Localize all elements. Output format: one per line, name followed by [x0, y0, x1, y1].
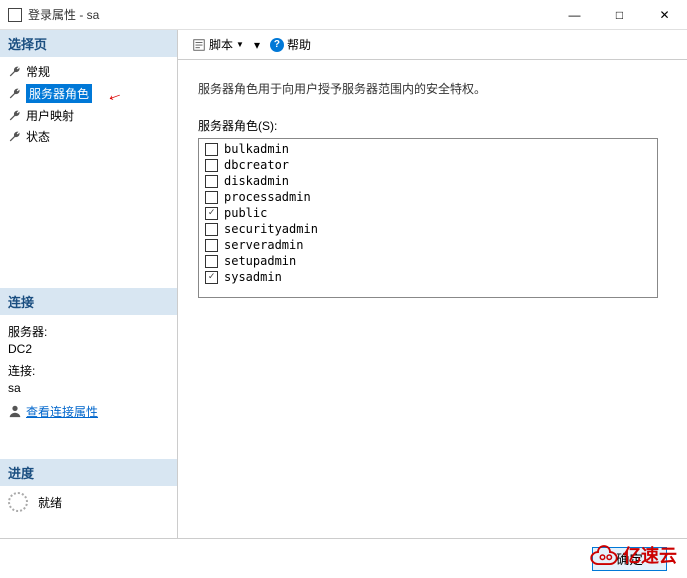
checkbox-icon: [205, 207, 218, 220]
role-checkbox-dbcreator[interactable]: dbcreator: [201, 157, 655, 173]
app-icon: [8, 8, 22, 22]
roles-list: bulkadmin dbcreator diskadmin processadmin p…: [198, 138, 658, 298]
progress-header: 进度: [0, 459, 177, 486]
progress-status: 就绪: [38, 494, 62, 511]
nav-server-roles[interactable]: 服务器角色 ←: [0, 82, 177, 105]
minimize-button[interactable]: —: [552, 0, 597, 30]
server-label: 服务器:: [8, 323, 169, 340]
conn-value: sa: [8, 381, 169, 395]
script-label: 脚本: [209, 36, 233, 53]
role-checkbox-serveradmin[interactable]: serveradmin: [201, 237, 655, 253]
role-label: sysadmin: [224, 270, 282, 284]
nav-user-mapping[interactable]: 用户映射: [0, 105, 177, 126]
server-value: DC2: [8, 342, 169, 356]
role-label: processadmin: [224, 190, 311, 204]
wrench-icon: [8, 109, 22, 123]
role-checkbox-public[interactable]: public: [201, 205, 655, 221]
checkbox-icon: [205, 255, 218, 268]
role-checkbox-sysadmin[interactable]: sysadmin: [201, 269, 655, 285]
titlebar: 登录属性 - sa — □ ✕: [0, 0, 687, 30]
wrench-icon: [8, 130, 22, 144]
footer: 确定: [0, 538, 687, 578]
wrench-icon: [8, 87, 22, 101]
description-text: 服务器角色用于向用户授予服务器范围内的安全特权。: [198, 80, 667, 97]
role-label: setupadmin: [224, 254, 296, 268]
role-label: bulkadmin: [224, 142, 289, 156]
help-button[interactable]: ? 帮助: [266, 34, 315, 55]
checkbox-icon: [205, 159, 218, 172]
wrench-icon: [8, 65, 22, 79]
spinner-icon: [8, 492, 28, 512]
select-page-header: 选择页: [0, 30, 177, 57]
connection-header: 连接: [0, 288, 177, 315]
checkbox-icon: [205, 239, 218, 252]
help-icon: ?: [270, 38, 284, 52]
roles-label: 服务器角色(S):: [198, 117, 667, 134]
body-area: 服务器角色用于向用户授予服务器范围内的安全特权。 服务器角色(S): bulka…: [178, 60, 687, 538]
nav-status[interactable]: 状态: [0, 126, 177, 147]
conn-label: 连接:: [8, 362, 169, 379]
sidebar: 选择页 常规 服务器角色 ← 用户映射 状态 连接 服务器: D: [0, 30, 178, 538]
role-label: dbcreator: [224, 158, 289, 172]
checkbox-icon: [205, 143, 218, 156]
role-checkbox-bulkadmin[interactable]: bulkadmin: [201, 141, 655, 157]
arrow-annotation: ←: [102, 82, 126, 108]
role-checkbox-securityadmin[interactable]: securityadmin: [201, 221, 655, 237]
nav-label: 用户映射: [26, 107, 74, 124]
checkbox-icon: [205, 223, 218, 236]
nav-label: 服务器角色: [26, 84, 92, 103]
person-icon: [8, 404, 22, 418]
role-label: public: [224, 206, 267, 220]
help-label: 帮助: [287, 36, 311, 53]
window-title: 登录属性 - sa: [28, 6, 552, 23]
script-button[interactable]: 脚本 ▼: [188, 34, 248, 55]
ok-button[interactable]: 确定: [592, 547, 667, 571]
close-button[interactable]: ✕: [642, 0, 687, 30]
script-icon: [192, 38, 206, 52]
chevron-down-icon: ▼: [236, 40, 244, 49]
progress-section: 就绪: [0, 486, 177, 518]
separator: ▾: [254, 38, 260, 52]
role-checkbox-diskadmin[interactable]: diskadmin: [201, 173, 655, 189]
role-label: diskadmin: [224, 174, 289, 188]
toolbar: 脚本 ▼ ▾ ? 帮助: [178, 30, 687, 60]
role-checkbox-setupadmin[interactable]: setupadmin: [201, 253, 655, 269]
view-props-label: 查看连接属性: [26, 403, 98, 420]
nav-label: 状态: [26, 128, 50, 145]
role-label: securityadmin: [224, 222, 318, 236]
maximize-button[interactable]: □: [597, 0, 642, 30]
role-checkbox-processadmin[interactable]: processadmin: [201, 189, 655, 205]
role-label: serveradmin: [224, 238, 303, 252]
checkbox-icon: [205, 271, 218, 284]
nav-list: 常规 服务器角色 ← 用户映射 状态: [0, 57, 177, 151]
nav-general[interactable]: 常规: [0, 61, 177, 82]
connection-section: 服务器: DC2 连接: sa 查看连接属性: [0, 315, 177, 430]
view-connection-props-link[interactable]: 查看连接属性: [8, 403, 98, 420]
content-area: 脚本 ▼ ▾ ? 帮助 服务器角色用于向用户授予服务器范围内的安全特权。 服务器…: [178, 30, 687, 538]
checkbox-icon: [205, 191, 218, 204]
nav-label: 常规: [26, 63, 50, 80]
checkbox-icon: [205, 175, 218, 188]
